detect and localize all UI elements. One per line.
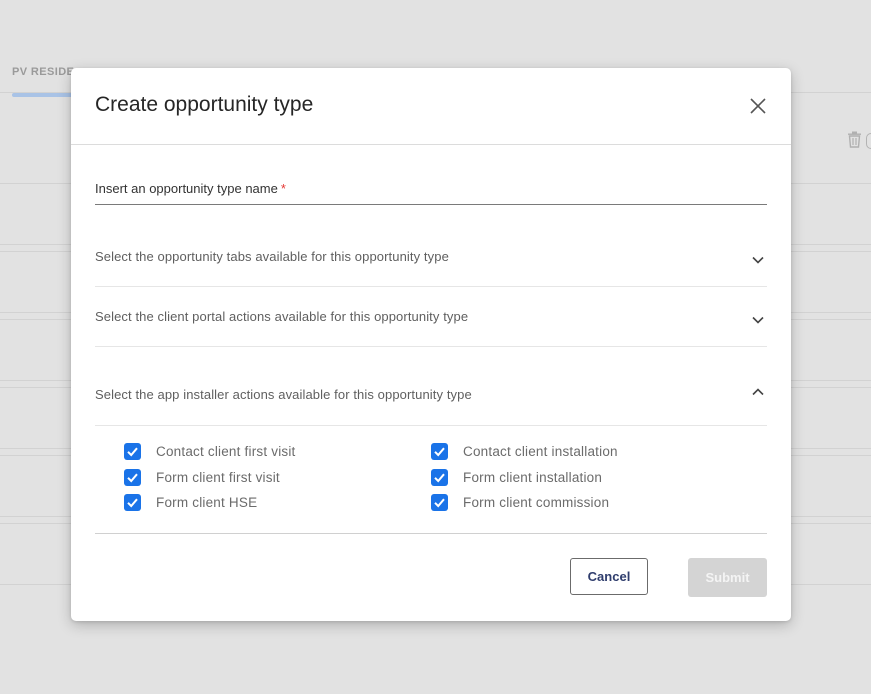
checkbox[interactable] xyxy=(124,468,141,486)
section-label: Select the app installer actions availab… xyxy=(95,387,472,402)
checkbox-label: Form client first visit xyxy=(156,469,280,485)
section-client-portal-actions[interactable]: Select the client portal actions availab… xyxy=(95,308,767,338)
checkmark-icon xyxy=(434,447,445,456)
checkbox-contact-client-installation[interactable]: Contact client installation xyxy=(431,442,618,460)
submit-button[interactable]: Submit xyxy=(688,558,767,597)
trash-icon[interactable] xyxy=(847,131,862,148)
dialog-title: Create opportunity type xyxy=(95,93,314,116)
checkbox-label: Contact client installation xyxy=(463,443,618,459)
checkbox[interactable] xyxy=(124,493,141,511)
divider xyxy=(95,346,767,347)
section-opportunity-tabs[interactable]: Select the opportunity tabs available fo… xyxy=(95,248,767,278)
checkbox[interactable] xyxy=(124,442,141,460)
chevron-up-icon xyxy=(752,388,764,396)
section-app-installer-actions[interactable]: Select the app installer actions availab… xyxy=(95,386,767,416)
divider xyxy=(95,286,767,287)
checkbox-label: Form client commission xyxy=(463,494,610,510)
divider xyxy=(95,425,767,426)
chevron-down-icon xyxy=(752,256,764,264)
checkbox[interactable] xyxy=(431,468,448,486)
tab-pv-residential: PV RESIDE xyxy=(12,66,75,78)
close-icon[interactable] xyxy=(747,95,769,117)
checkbox[interactable] xyxy=(431,493,448,511)
opportunity-type-name-field[interactable]: Insert an opportunity type name * xyxy=(95,180,767,205)
section-label: Select the client portal actions availab… xyxy=(95,309,469,324)
edit-icon[interactable] xyxy=(866,133,871,149)
cancel-button[interactable]: Cancel xyxy=(570,558,648,595)
checkbox[interactable] xyxy=(431,442,448,460)
checkmark-icon xyxy=(434,498,445,507)
checkbox-label: Form client installation xyxy=(463,469,603,485)
checkbox-contact-client-first-visit[interactable]: Contact client first visit xyxy=(124,442,296,460)
section-label: Select the opportunity tabs available fo… xyxy=(95,249,449,264)
checkmark-icon xyxy=(434,473,445,482)
chevron-down-icon xyxy=(752,316,764,324)
divider xyxy=(95,533,767,534)
checkbox-form-client-commission[interactable]: Form client commission xyxy=(431,493,609,511)
create-opportunity-type-dialog: Create opportunity type Insert an opport… xyxy=(71,68,791,621)
checkmark-icon xyxy=(127,498,138,507)
checkmark-icon xyxy=(127,447,138,456)
checkbox-label: Contact client first visit xyxy=(156,443,296,459)
checkbox-form-client-hse[interactable]: Form client HSE xyxy=(124,493,257,511)
checkmark-icon xyxy=(127,473,138,482)
checkbox-form-client-installation[interactable]: Form client installation xyxy=(431,468,602,486)
checkbox-label: Form client HSE xyxy=(156,494,258,510)
name-field-label: Insert an opportunity type name xyxy=(95,181,278,196)
dialog-header: Create opportunity type xyxy=(71,68,791,145)
required-marker: * xyxy=(280,181,286,196)
checkbox-form-client-first-visit[interactable]: Form client first visit xyxy=(124,468,280,486)
